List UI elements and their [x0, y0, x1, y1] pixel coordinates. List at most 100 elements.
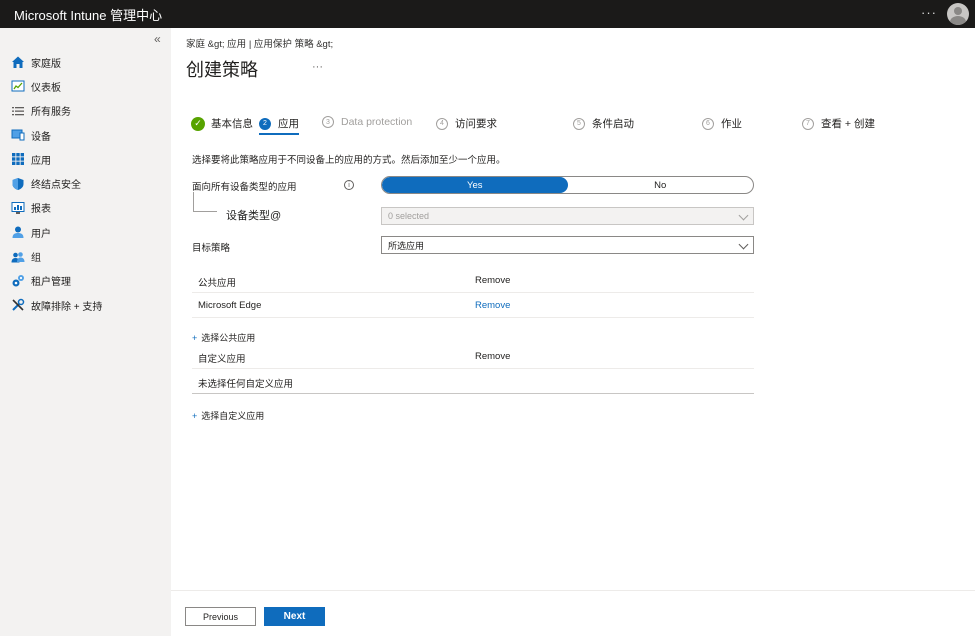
link-label: 选择公共应用 — [201, 333, 256, 343]
top-bar: Microsoft Intune 管理中心 ··· — [0, 0, 975, 28]
sidebar-item-label: 终结点安全 — [31, 180, 81, 192]
shield-icon — [11, 177, 25, 191]
sidebar-item-users[interactable]: 用户 — [0, 220, 171, 244]
main-content: 家庭 &gt; 应用 | 应用保护 策略 &gt; 创建策略 ··· ✓ 基本信… — [171, 28, 975, 636]
sidebar-item-label: 仪表板 — [31, 82, 61, 94]
step-apps[interactable]: 2 应用 — [259, 116, 299, 135]
devices-icon — [11, 128, 25, 142]
reports-icon — [11, 201, 25, 215]
target-policy-label: 目标策略 — [192, 243, 231, 254]
column-header: Remove — [475, 351, 511, 362]
target-all-toggle[interactable]: Yes No — [381, 176, 754, 194]
sidebar-item-apps[interactable]: 应用 — [0, 147, 171, 171]
step-label: 查看 + 创建 — [821, 118, 875, 130]
sidebar-item-troubleshooting[interactable]: 故障排除 + 支持 — [0, 293, 171, 317]
plus-icon: + — [192, 411, 198, 421]
sidebar-item-devices[interactable]: 设备 — [0, 123, 171, 147]
info-icon[interactable]: i — [344, 180, 354, 190]
step-label: 条件启动 — [592, 118, 634, 130]
sidebar-nav: 家庭版 仪表板 所有服务 设备 应用 终结点安全 报表 用户 组 租户管理 故障… — [0, 50, 171, 317]
custom-apps-header: 自定义应用 Remove — [192, 344, 754, 369]
sidebar-item-label: 所有服务 — [31, 107, 71, 119]
target-policy-value: 所选应用 — [388, 240, 425, 251]
step-number: 2 — [259, 117, 271, 130]
device-types-label: 设备类型@ — [226, 210, 282, 222]
chevron-down-icon — [738, 210, 749, 221]
table-row: 未选择任何自定义应用 — [192, 369, 754, 394]
empty-message: 未选择任何自定义应用 — [198, 379, 294, 390]
sidebar-item-endpoint-security[interactable]: 终结点安全 — [0, 171, 171, 195]
sidebar-item-groups[interactable]: 组 — [0, 244, 171, 268]
tree-connector — [193, 192, 217, 212]
sidebar-item-label: 家庭版 — [31, 58, 61, 70]
app-title[interactable]: Microsoft Intune 管理中心 — [14, 5, 162, 24]
column-header: 公共应用 — [198, 278, 237, 289]
user-icon — [11, 225, 25, 239]
tenant-admin-icon — [11, 274, 25, 288]
page-title: 创建策略 — [186, 60, 258, 80]
step-number: 6 — [702, 117, 714, 130]
sidebar-item-label: 应用 — [31, 155, 51, 167]
step-data-protection[interactable]: 3 Data protection — [322, 116, 412, 128]
select-public-apps-link[interactable]: + 选择公共应用 — [192, 331, 255, 344]
sidebar-item-label: 设备 — [31, 131, 51, 143]
collapse-sidebar-icon[interactable]: « — [154, 32, 161, 46]
step-label: 访问要求 — [455, 118, 497, 130]
sidebar: « 家庭版 仪表板 所有服务 设备 应用 终结点安全 报表 用户 组 租户管理 … — [0, 28, 171, 636]
description: 选择要将此策略应用于不同设备上的应用的方式。然后添加至少一个应用。 — [192, 155, 506, 166]
remove-link[interactable]: Remove — [475, 300, 510, 311]
step-label: 基本信息 — [211, 118, 253, 130]
app-name: Microsoft Edge — [198, 300, 262, 311]
wizard-steps: ✓ 基本信息 2 应用 3 Data protection 4 访问要求 5 条… — [191, 116, 951, 138]
step-number: 4 — [436, 117, 448, 130]
next-button[interactable]: Next — [264, 607, 325, 626]
step-number: 5 — [573, 117, 585, 130]
sidebar-item-reports[interactable]: 报表 — [0, 196, 171, 220]
groups-icon — [11, 250, 25, 264]
sidebar-item-label: 组 — [31, 253, 41, 265]
chevron-down-icon — [738, 239, 749, 250]
dashboard-icon — [11, 79, 25, 93]
troubleshoot-icon — [11, 298, 25, 312]
step-review-create[interactable]: 7 查看 + 创建 — [802, 116, 875, 131]
step-label: 作业 — [721, 118, 742, 130]
previous-button[interactable]: Previous — [185, 607, 256, 626]
toggle-yes[interactable]: Yes — [382, 177, 568, 193]
table-row: Microsoft Edge Remove — [192, 293, 754, 318]
sidebar-item-label: 用户 — [31, 228, 51, 240]
avatar[interactable] — [947, 3, 969, 25]
sidebar-item-label: 故障排除 + 支持 — [31, 301, 103, 313]
target-policy-dropdown[interactable]: 所选应用 — [381, 236, 754, 254]
step-basics[interactable]: ✓ 基本信息 — [191, 116, 253, 131]
breadcrumb[interactable]: 家庭 &gt; 应用 | 应用保护 策略 &gt; — [186, 36, 333, 50]
plus-icon: + — [192, 333, 198, 343]
step-label: Data protection — [341, 116, 413, 128]
step-number: 3 — [322, 116, 334, 128]
sidebar-item-home[interactable]: 家庭版 — [0, 50, 171, 74]
step-number: 7 — [802, 117, 814, 130]
step-conditional-launch[interactable]: 5 条件启动 — [573, 116, 634, 131]
sidebar-item-tenant-admin[interactable]: 租户管理 — [0, 269, 171, 293]
sidebar-item-all-services[interactable]: 所有服务 — [0, 99, 171, 123]
sidebar-item-dashboard[interactable]: 仪表板 — [0, 74, 171, 98]
target-all-label: 面向所有设备类型的应用 — [192, 182, 297, 193]
link-label: 选择自定义应用 — [201, 411, 265, 421]
device-types-value: 0 selected — [388, 211, 430, 221]
apps-icon — [11, 152, 25, 166]
select-custom-apps-link[interactable]: + 选择自定义应用 — [192, 409, 264, 422]
sidebar-item-label: 租户管理 — [31, 277, 71, 289]
list-icon — [11, 104, 25, 118]
column-header: Remove — [475, 275, 511, 286]
home-icon — [11, 55, 25, 69]
more-options-icon[interactable]: ··· — [312, 61, 323, 73]
check-icon: ✓ — [191, 116, 205, 131]
step-access-requirements[interactable]: 4 访问要求 — [436, 116, 497, 131]
device-types-dropdown[interactable]: 0 selected — [381, 207, 754, 225]
public-apps-header: 公共应用 Remove — [192, 268, 754, 293]
toggle-no[interactable]: No — [568, 177, 754, 193]
step-label: 应用 — [278, 118, 299, 130]
footer: Previous Next — [171, 590, 975, 636]
more-icon[interactable]: ··· — [921, 5, 937, 20]
step-assignments[interactable]: 6 作业 — [702, 116, 742, 131]
sidebar-item-label: 报表 — [31, 204, 51, 216]
